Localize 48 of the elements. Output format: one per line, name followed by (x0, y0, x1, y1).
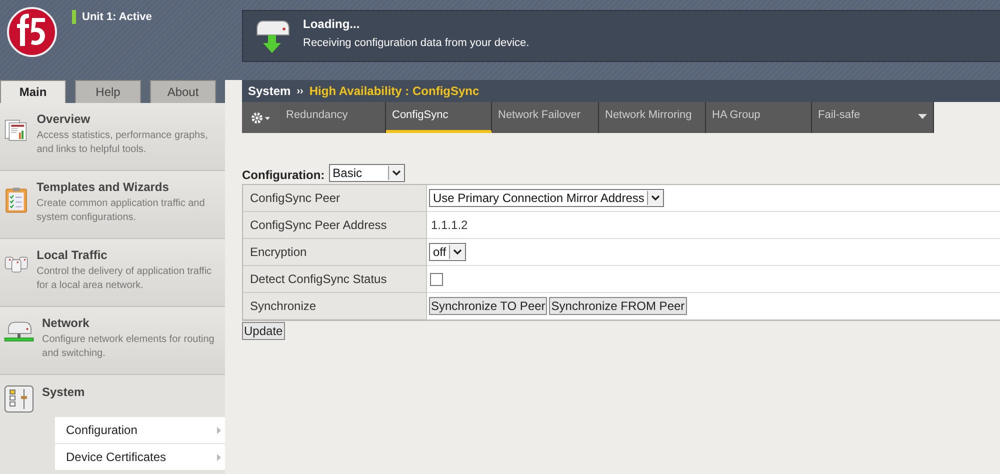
unit-status: Unit 1: Active (82, 11, 152, 23)
section-title[interactable]: Local Traffic (36, 248, 221, 262)
sidebar-tab[interactable]: Main (0, 80, 66, 103)
section-description: Control the delivery of application traffic for a local area network. (36, 265, 213, 293)
banner-title: Loading... (303, 17, 361, 31)
field-label: Detect ConfigSync Status (243, 266, 427, 293)
section-title[interactable]: Templates and Wizards (36, 180, 221, 194)
sidebar-tab[interactable]: Help (75, 80, 141, 103)
nav-tab[interactable]: ConfigSync (386, 102, 492, 133)
chevron-right-icon (217, 426, 221, 434)
checkbox[interactable] (430, 272, 443, 286)
nav-tab[interactable]: Fail-safe (812, 102, 934, 133)
nav-tab[interactable]: Network Failover (492, 102, 599, 133)
section-description: Access statistics, performance graphs, and links to helpful tools. (36, 129, 209, 157)
sync-button[interactable]: Synchronize FROM Peer (549, 297, 687, 315)
dropdown-select[interactable]: off (429, 243, 466, 261)
dropdown-caret-icon (392, 170, 401, 176)
section-title[interactable]: System (42, 385, 85, 413)
sync-button[interactable]: Synchronize TO Peer (429, 297, 548, 315)
dropdown-caret-icon (651, 195, 660, 201)
status-indicator (72, 10, 76, 24)
sidebar-tab[interactable]: About (150, 80, 216, 103)
section-title[interactable]: Overview (36, 112, 221, 126)
chevron-right-icon (217, 454, 221, 460)
logo-icon (6, 6, 58, 58)
nav-tab[interactable]: Redundancy (280, 102, 386, 133)
banner-message: Receiving configuration data from your device. (303, 37, 530, 49)
section-description: Configure network elements for routing and switching. (42, 333, 216, 361)
section-description: Create common application traffic and system configurations. (36, 197, 206, 225)
breadcrumb-separator: ›› (296, 86, 304, 96)
breadcrumb-root[interactable]: System (248, 84, 291, 98)
nav-tab[interactable]: Network Mirroring (599, 102, 706, 133)
dropdown-caret-icon (453, 249, 462, 255)
field-value: 1.1.1.2 (430, 218, 468, 232)
field-label: Encryption (243, 239, 427, 266)
configuration-select[interactable]: Basic (328, 164, 405, 182)
control-panel-icon (4, 385, 34, 413)
field-label: Synchronize (243, 293, 427, 320)
breadcrumb-current: High Availability : ConfigSync (309, 84, 480, 98)
dropdown-select[interactable]: Use Primary Connection Mirror Address (429, 189, 664, 207)
settings-icon (251, 112, 271, 124)
nav-tab[interactable]: HA Group (706, 102, 812, 133)
update-button[interactable]: Update (242, 322, 285, 340)
settings-button[interactable] (242, 102, 280, 133)
field-label: ConfigSync Peer (243, 185, 427, 212)
section-title[interactable]: Network (42, 316, 221, 330)
configuration-label: Configuration: (242, 168, 325, 182)
field-label: ConfigSync Peer Address (243, 212, 427, 239)
